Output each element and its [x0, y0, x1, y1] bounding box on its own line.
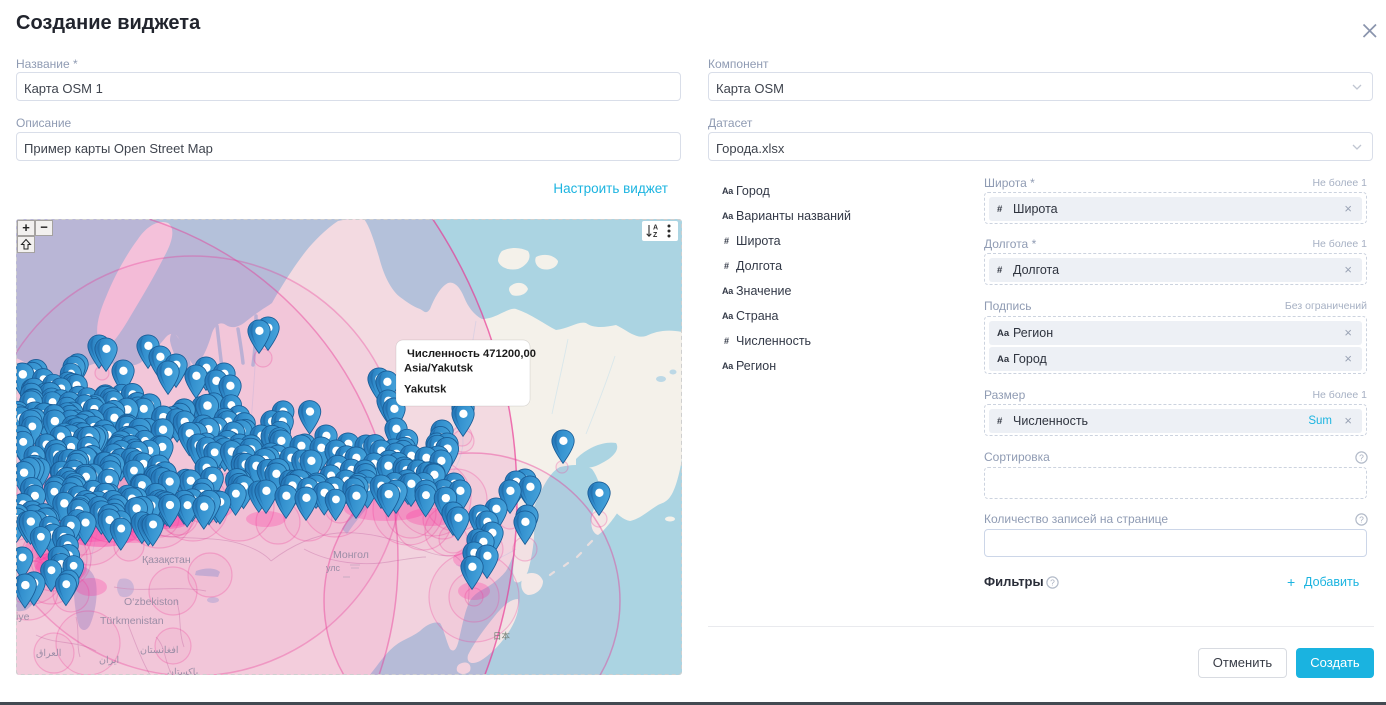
svg-text:Қазақстан: Қазақстан — [142, 554, 191, 566]
svg-text:باكستان: باكستان — [167, 667, 198, 675]
svg-text:−: − — [40, 220, 48, 235]
svg-text:ايران: ايران — [99, 655, 119, 666]
svg-text:Yakutsk: Yakutsk — [404, 384, 447, 396]
svg-text:?: ? — [1359, 453, 1364, 463]
svg-text:Монгол: Монгол — [333, 549, 369, 561]
svg-text:日本: 日本 — [493, 631, 511, 641]
svg-text:Z: Z — [653, 232, 658, 239]
svg-text:O‘zbekiston: O‘zbekiston — [124, 596, 179, 608]
svg-text:?: ? — [1050, 578, 1055, 588]
svg-text:улс: улс — [326, 563, 341, 573]
svg-text:Türkmenistan: Türkmenistan — [100, 615, 164, 627]
svg-text:العراق: العراق — [36, 648, 61, 659]
svg-text:+: + — [22, 220, 30, 235]
svg-text:iye: iye — [16, 611, 30, 623]
svg-text:A: A — [653, 225, 658, 232]
svg-text:افغانستان: افغانستان — [140, 645, 179, 656]
svg-text:Численность 471200,00: Численность 471200,00 — [407, 348, 536, 360]
svg-text:?: ? — [1359, 515, 1364, 525]
svg-text:Asia/Yakutsk: Asia/Yakutsk — [404, 363, 474, 375]
